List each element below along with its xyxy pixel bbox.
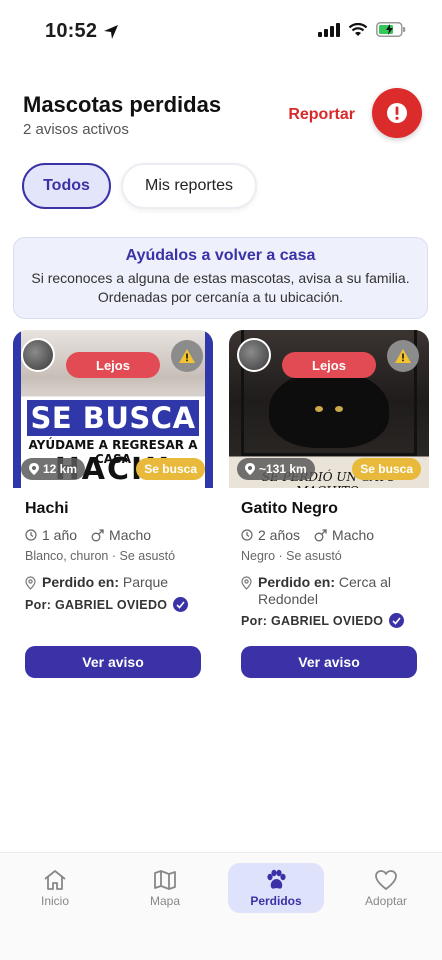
heart-icon (375, 869, 397, 890)
pet-description: Blanco, churon · Se asustó (25, 549, 176, 563)
status-badge: Se busca (136, 458, 205, 480)
warning-badge[interactable] (387, 340, 419, 372)
distance-badge: Lejos (282, 352, 376, 378)
cat-eye (335, 406, 343, 412)
alert-icon (387, 103, 407, 123)
home-icon (44, 869, 66, 890)
filter-todos[interactable]: Todos (22, 163, 111, 209)
location-value: Parque (122, 574, 169, 590)
clock-icon (25, 529, 37, 541)
status-time-group: 10:52 (45, 20, 119, 43)
verified-icon (173, 597, 189, 612)
warning-badge[interactable] (171, 340, 203, 372)
pin-icon (245, 463, 255, 475)
status-time: 10:52 (45, 20, 98, 42)
filter-mis-reportes[interactable]: Mis reportes (121, 163, 257, 209)
km-badge: ~131 km (237, 458, 315, 480)
pet-card-hachi[interactable]: SE BUSCA AYÚDAME A REGRESAR A CASA HACHI… (13, 330, 213, 690)
owner-name: Por: GABRIEL OVIEDO (25, 597, 168, 612)
view-notice-button[interactable]: Ver aviso (241, 646, 417, 678)
nav-label: Mapa (149, 893, 181, 908)
status-bar: 10:52 (0, 0, 442, 60)
pet-location: Perdido en: Cerca al Redondel (241, 574, 421, 608)
location-label: Perdido en: (42, 574, 120, 590)
paw-icon (267, 869, 286, 889)
location-arrow-icon (104, 24, 119, 39)
location-text: Perdido en: Cerca al Redondel (258, 574, 421, 608)
signal-icon (318, 22, 340, 37)
pet-name: Hachi (25, 500, 69, 517)
view-notice-button[interactable]: Ver aviso (25, 646, 201, 678)
pet-sex-value: Macho (332, 527, 375, 543)
nav-label: Adoptar (364, 893, 408, 908)
pet-meta: 2 años Macho (241, 527, 374, 543)
avatar[interactable] (21, 338, 55, 372)
status-indicators (318, 22, 406, 37)
verified-icon (389, 613, 405, 628)
cat-eye (315, 406, 323, 412)
pet-sex: Macho (91, 527, 151, 543)
pin-icon (29, 463, 39, 475)
report-link[interactable]: Reportar (288, 106, 355, 124)
pet-owner: Por: GABRIEL OVIEDO (25, 597, 189, 612)
pet-card-gatito-negro[interactable]: SE PERDIÓ UN GATO MACHITO, Lejos ~131 km… (229, 330, 429, 690)
km-value: ~131 km (259, 462, 307, 476)
cat-silhouette (269, 370, 389, 448)
km-badge: 12 km (21, 458, 86, 480)
km-value: 12 km (43, 462, 78, 476)
info-banner: Ayúdalos a volver a casa Si reconoces a … (13, 237, 428, 319)
page-subtitle: 2 avisos activos (23, 121, 129, 138)
location-text: Perdido en: Parque (42, 574, 168, 591)
banner-title: Ayúdalos a volver a casa (125, 247, 316, 264)
male-icon (314, 528, 327, 541)
nav-item-perdidos[interactable]: Perdidos (228, 863, 324, 913)
pin-outline-icon (25, 576, 36, 590)
pet-meta: 1 año Macho (25, 527, 151, 543)
pet-sex: Macho (314, 527, 374, 543)
report-alert-button[interactable] (372, 88, 422, 138)
pet-age: 2 años (241, 527, 300, 543)
clock-icon (241, 529, 253, 541)
map-icon (154, 869, 176, 890)
warning-icon (395, 349, 411, 363)
nav-item-inicio[interactable]: Inicio (7, 863, 103, 913)
pet-photo: SE BUSCA AYÚDAME A REGRESAR A CASA HACHI… (13, 330, 213, 488)
pet-name: Gatito Negro (241, 500, 338, 517)
pet-description: Negro · Se asustó (241, 549, 342, 563)
nav-label: Perdidos (250, 893, 302, 908)
poster-headline: SE BUSCA (27, 400, 199, 436)
pet-location: Perdido en: Parque (25, 574, 205, 591)
distance-badge: Lejos (66, 352, 160, 378)
bottom-nav: Inicio Mapa Perdidos Adoptar (0, 852, 442, 960)
battery-icon (376, 22, 406, 37)
pet-sex-value: Macho (109, 527, 152, 543)
pet-owner: Por: GABRIEL OVIEDO (241, 613, 405, 628)
warning-icon (179, 349, 195, 363)
pin-outline-icon (241, 576, 252, 590)
owner-name: Por: GABRIEL OVIEDO (241, 613, 384, 628)
page-title: Mascotas perdidas (23, 92, 222, 117)
banner-text: Si reconoces a alguna de estas mascotas,… (31, 270, 410, 305)
pet-photo: SE PERDIÓ UN GATO MACHITO, Lejos ~131 km… (229, 330, 429, 488)
wifi-icon (348, 22, 368, 36)
pet-age: 1 año (25, 527, 77, 543)
pet-age-value: 2 años (258, 527, 301, 543)
status-badge: Se busca (352, 458, 421, 480)
male-icon (91, 528, 104, 541)
nav-item-mapa[interactable]: Mapa (117, 863, 213, 913)
pet-age-value: 1 año (42, 527, 78, 543)
avatar[interactable] (237, 338, 271, 372)
filter-tabs: Todos Mis reportes (22, 163, 257, 209)
nav-item-adoptar[interactable]: Adoptar (338, 863, 434, 913)
page-header: Mascotas perdidas 2 avisos activos Repor… (23, 88, 422, 148)
location-label: Perdido en: (258, 574, 336, 590)
nav-label: Inicio (40, 893, 69, 908)
